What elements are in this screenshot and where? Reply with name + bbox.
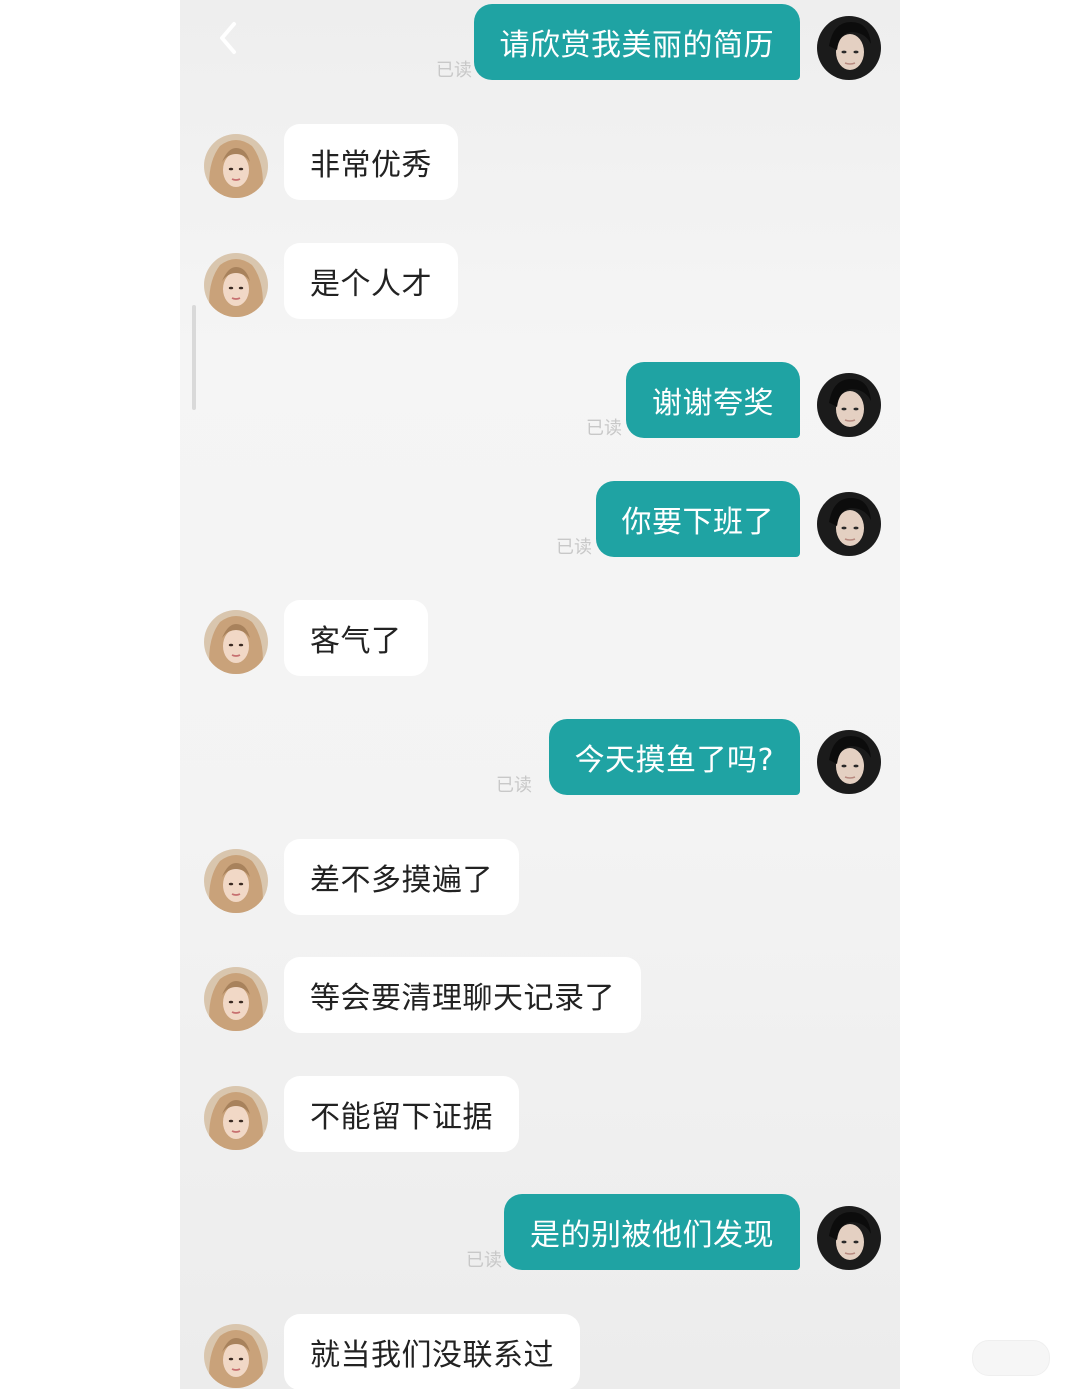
female-avatar-icon xyxy=(204,1324,268,1388)
contact-avatar[interactable] xyxy=(204,967,268,1031)
female-avatar-icon xyxy=(204,849,268,913)
chevron-left-icon xyxy=(220,22,236,54)
message-bubble-incoming[interactable]: 等会要清理聊天记录了 xyxy=(284,957,641,1033)
contact-avatar[interactable] xyxy=(204,253,268,317)
message-bubble-incoming[interactable]: 是个人才 xyxy=(284,243,458,319)
female-avatar-icon xyxy=(204,1086,268,1150)
my-avatar[interactable] xyxy=(817,16,881,80)
read-receipt: 已读 xyxy=(466,1250,502,1271)
my-avatar[interactable] xyxy=(817,1206,881,1270)
female-avatar-icon xyxy=(204,967,268,1031)
male-avatar-icon xyxy=(817,492,881,556)
back-button[interactable] xyxy=(210,16,250,60)
male-avatar-icon xyxy=(817,16,881,80)
message-bubble-outgoing[interactable]: 你要下班了 xyxy=(595,481,800,557)
contact-avatar[interactable] xyxy=(204,849,268,913)
message-bubble-outgoing[interactable]: 请欣赏我美丽的简历 xyxy=(473,4,800,80)
message-bubble-incoming[interactable]: 差不多摸遍了 xyxy=(284,839,519,915)
message-bubble-incoming[interactable]: 就当我们没联系过 xyxy=(284,1314,580,1389)
contact-avatar[interactable] xyxy=(204,134,268,198)
male-avatar-icon xyxy=(817,730,881,794)
my-avatar[interactable] xyxy=(817,492,881,556)
message-bubble-outgoing[interactable]: 今天摸鱼了吗? xyxy=(548,719,800,795)
male-avatar-icon xyxy=(817,373,881,437)
female-avatar-icon xyxy=(204,610,268,674)
contact-avatar[interactable] xyxy=(204,1324,268,1388)
message-bubble-outgoing[interactable]: 谢谢夸奖 xyxy=(626,362,800,438)
my-avatar[interactable] xyxy=(817,373,881,437)
read-receipt: 已读 xyxy=(436,60,472,81)
read-receipt: 已读 xyxy=(586,418,622,439)
message-bubble-incoming[interactable]: 不能留下证据 xyxy=(284,1076,519,1152)
female-avatar-icon xyxy=(204,253,268,317)
read-receipt: 已读 xyxy=(496,775,532,796)
contact-avatar[interactable] xyxy=(204,610,268,674)
watermark xyxy=(972,1340,1050,1376)
my-avatar[interactable] xyxy=(817,730,881,794)
female-avatar-icon xyxy=(204,134,268,198)
message-bubble-outgoing[interactable]: 是的别被他们发现 xyxy=(504,1194,800,1270)
message-bubble-incoming[interactable]: 非常优秀 xyxy=(284,124,458,200)
read-receipt: 已读 xyxy=(556,537,592,558)
scroll-indicator xyxy=(192,305,196,410)
male-avatar-icon xyxy=(817,1206,881,1270)
contact-avatar[interactable] xyxy=(204,1086,268,1150)
chat-screen: 已读 请欣赏我美丽的简历 非常优秀 是个人才 已读 谢谢夸奖 已读 你要下班了 … xyxy=(180,0,900,1389)
message-bubble-incoming[interactable]: 客气了 xyxy=(284,600,428,676)
